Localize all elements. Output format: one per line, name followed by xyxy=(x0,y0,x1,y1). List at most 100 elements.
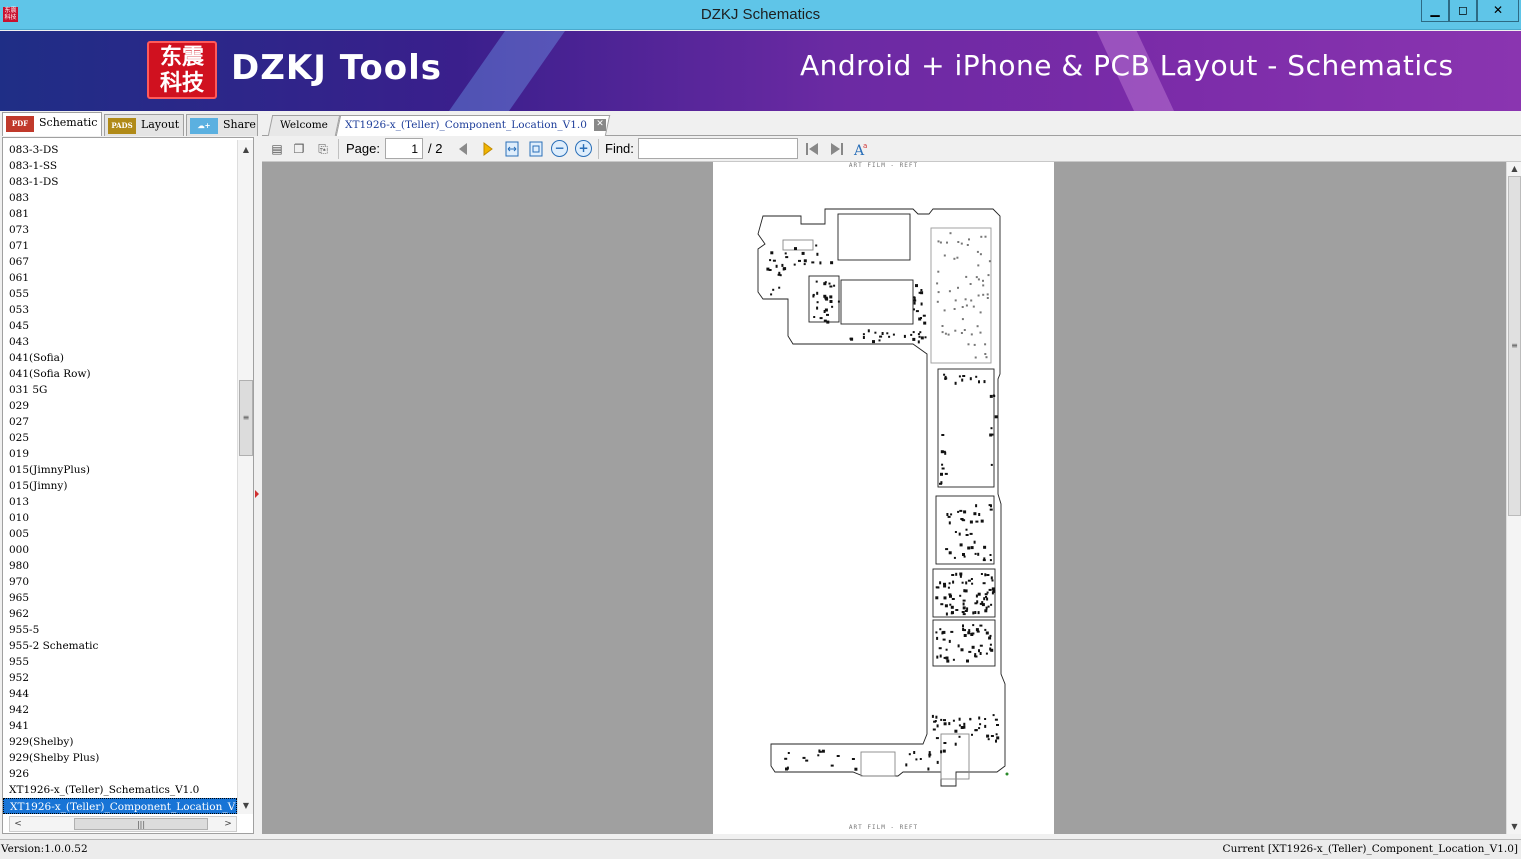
file-list-horizontal-scrollbar[interactable]: < ||| > xyxy=(9,816,237,832)
file-list-item[interactable]: 081 xyxy=(3,206,237,222)
zoom-in-icon[interactable]: + xyxy=(575,140,592,157)
file-list-item[interactable]: 005 xyxy=(3,526,237,542)
open-file-icon[interactable]: ▤ xyxy=(268,140,286,158)
file-list-item[interactable]: 013 xyxy=(3,494,237,510)
component-pad xyxy=(980,235,983,238)
tab-layout[interactable]: PADS Layout xyxy=(104,114,184,136)
file-list-item[interactable]: 053 xyxy=(3,302,237,318)
file-list-item[interactable]: 929(Shelby Plus) xyxy=(3,750,237,766)
component-pad xyxy=(978,649,980,653)
file-list-item[interactable]: 970 xyxy=(3,574,237,590)
file-list-item[interactable]: 019 xyxy=(3,446,237,462)
component-pad xyxy=(960,648,964,652)
component-pad xyxy=(946,513,949,516)
text-highlight-icon[interactable]: Aa xyxy=(852,140,870,158)
scroll-up-icon[interactable]: ▲ xyxy=(1507,162,1521,176)
zoom-out-icon[interactable]: − xyxy=(551,140,568,157)
file-list-item[interactable]: 041(Sofia Row) xyxy=(3,366,237,382)
file-list-item[interactable]: 083-1-SS xyxy=(3,158,237,174)
page-number-input[interactable] xyxy=(385,138,423,159)
document-viewer[interactable]: ART FILM - REFT ART FILM - REFT xyxy=(262,162,1506,834)
file-list-item[interactable]: 061 xyxy=(3,270,237,286)
scroll-thumb[interactable]: ≡ xyxy=(1508,176,1521,516)
file-list-item[interactable]: 955-5 xyxy=(3,622,237,638)
close-tab-icon[interactable]: ✕ xyxy=(594,119,606,131)
file-list-item[interactable]: 031 5G xyxy=(3,382,237,398)
scroll-down-icon[interactable]: ▼ xyxy=(1507,820,1521,834)
component-pad xyxy=(990,427,993,430)
file-list-item[interactable]: 083-1-DS xyxy=(3,174,237,190)
file-list-item[interactable]: 071 xyxy=(3,238,237,254)
file-list-item[interactable]: 015(Jimny) xyxy=(3,478,237,494)
file-list-item[interactable]: 027 xyxy=(3,414,237,430)
file-list-item[interactable]: 083-3-DS xyxy=(3,142,237,158)
component-pad xyxy=(979,624,983,627)
panel-collapse-icon[interactable] xyxy=(255,490,259,498)
component-pad xyxy=(936,760,939,764)
file-list-item[interactable]: 083 xyxy=(3,190,237,206)
component-pad xyxy=(941,463,944,466)
file-list-item[interactable]: 929(Shelby) xyxy=(3,734,237,750)
file-list-item[interactable]: 010 xyxy=(3,510,237,526)
file-list-item[interactable]: 952 xyxy=(3,670,237,686)
close-button[interactable]: ✕ xyxy=(1477,0,1519,22)
file-list-item[interactable]: 941 xyxy=(3,718,237,734)
file-list-item[interactable]: 980 xyxy=(3,558,237,574)
file-list-item[interactable]: 962 xyxy=(3,606,237,622)
find-input[interactable] xyxy=(638,138,798,159)
file-list-item[interactable]: 025 xyxy=(3,430,237,446)
fit-width-icon[interactable] xyxy=(503,140,521,158)
component-pad xyxy=(918,317,922,321)
tab-schematic[interactable]: PDF Schematic xyxy=(2,112,102,136)
component-pad xyxy=(815,244,818,247)
component-pad xyxy=(949,232,952,235)
viewer-vertical-scrollbar[interactable]: ▲ ≡ ▼ xyxy=(1506,162,1521,834)
scroll-right-icon[interactable]: > xyxy=(220,817,236,831)
file-list-item[interactable]: 055 xyxy=(3,286,237,302)
component-pad xyxy=(940,481,943,485)
scroll-thumb[interactable]: ≡ xyxy=(239,380,253,456)
file-list-item[interactable]: 041(Sofia) xyxy=(3,350,237,366)
file-list-item[interactable]: 942 xyxy=(3,702,237,718)
tab-label: Welcome xyxy=(280,119,328,131)
file-list-item[interactable]: 073 xyxy=(3,222,237,238)
file-list-item[interactable]: 015(JimnyPlus) xyxy=(3,462,237,478)
component-pad xyxy=(972,305,975,308)
copy-icon[interactable]: ❐ xyxy=(290,140,308,158)
file-list-item[interactable]: 955-2 Schematic xyxy=(3,638,237,654)
file-list-vertical-scrollbar[interactable]: ▲ ≡ ▼ xyxy=(237,140,253,814)
component-pad xyxy=(784,757,788,760)
file-list-item[interactable]: 944 xyxy=(3,686,237,702)
fit-page-icon[interactable] xyxy=(527,140,545,158)
file-list-item[interactable]: 029 xyxy=(3,398,237,414)
pads-icon: PADS xyxy=(108,118,136,134)
file-list-item[interactable]: 067 xyxy=(3,254,237,270)
file-list-item[interactable]: 000 xyxy=(3,542,237,558)
component-pad xyxy=(965,534,969,536)
component-pad xyxy=(954,742,957,746)
maximize-button[interactable]: ◻ xyxy=(1449,0,1477,22)
scroll-thumb[interactable]: ||| xyxy=(74,818,208,830)
scroll-up-icon[interactable]: ▲ xyxy=(238,142,254,158)
file-list-item[interactable]: 043 xyxy=(3,334,237,350)
tab-welcome[interactable]: Welcome xyxy=(267,115,341,136)
find-next-icon[interactable] xyxy=(828,140,846,158)
scroll-down-icon[interactable]: ▼ xyxy=(238,798,254,814)
file-list-item[interactable]: 965 xyxy=(3,590,237,606)
minimize-button[interactable]: ▁ xyxy=(1421,0,1449,22)
print-icon[interactable]: ⎘ xyxy=(314,140,332,158)
tab-share[interactable]: ☁+ Share xyxy=(186,114,258,136)
component-pad xyxy=(991,579,994,582)
component-pad xyxy=(971,733,973,736)
tab-active-document[interactable]: XT1926-x_(Teller)_Component_Location_V1.… xyxy=(335,115,611,136)
find-previous-icon[interactable] xyxy=(803,140,821,158)
scroll-left-icon[interactable]: < xyxy=(10,817,26,831)
file-list-item[interactable]: XT1926-x_(Teller)_Component_Location_V1.… xyxy=(3,798,237,814)
next-page-icon[interactable] xyxy=(479,140,497,158)
previous-page-icon[interactable] xyxy=(454,140,472,158)
file-list-item[interactable]: XT1926-x_(Teller)_Schematics_V1.0 xyxy=(3,782,237,798)
file-list-item[interactable]: 926 xyxy=(3,766,237,782)
file-list-item[interactable]: 955 xyxy=(3,654,237,670)
file-list-item[interactable]: 045 xyxy=(3,318,237,334)
component-pad xyxy=(970,546,974,550)
